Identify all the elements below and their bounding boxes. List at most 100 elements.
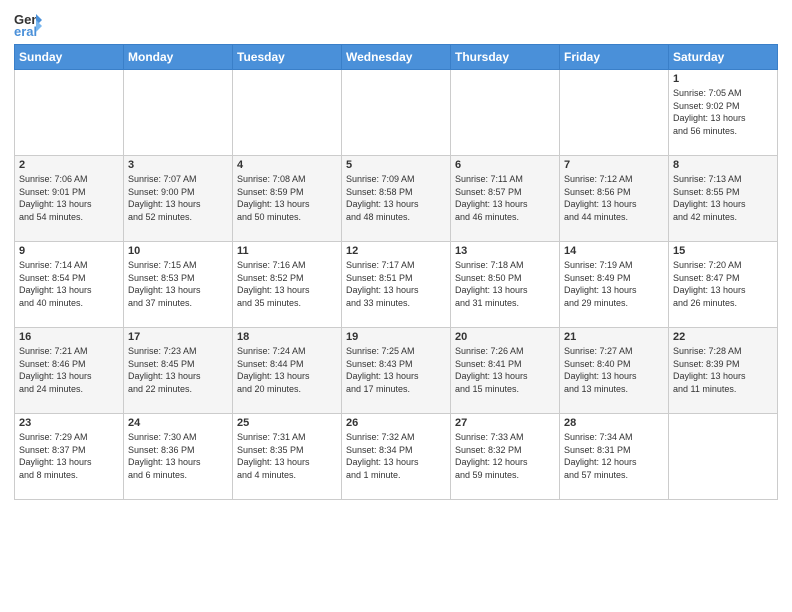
weekday-header-thursday: Thursday <box>451 45 560 70</box>
day-number: 15 <box>673 245 773 257</box>
calendar-cell: 8 Sunrise: 7:13 AM Sunset: 8:55 PM Daylig… <box>669 156 778 242</box>
day-number: 14 <box>564 245 664 257</box>
calendar-cell: 20 Sunrise: 7:26 AM Sunset: 8:41 PM Dayli… <box>451 328 560 414</box>
logo: Gen eral <box>14 10 46 38</box>
calendar-cell: 12 Sunrise: 7:17 AM Sunset: 8:51 PM Dayli… <box>342 242 451 328</box>
weekday-header-friday: Friday <box>560 45 669 70</box>
day-info: Sunrise: 7:28 AM Sunset: 8:39 PM Dayligh… <box>673 345 773 395</box>
day-info: Sunrise: 7:05 AM Sunset: 9:02 PM Dayligh… <box>673 87 773 137</box>
day-info: Sunrise: 7:17 AM Sunset: 8:51 PM Dayligh… <box>346 259 446 309</box>
calendar-cell <box>15 70 124 156</box>
calendar-cell: 15 Sunrise: 7:20 AM Sunset: 8:47 PM Dayli… <box>669 242 778 328</box>
day-info: Sunrise: 7:09 AM Sunset: 8:58 PM Dayligh… <box>346 173 446 223</box>
calendar-cell: 26 Sunrise: 7:32 AM Sunset: 8:34 PM Dayli… <box>342 414 451 500</box>
calendar-cell: 9 Sunrise: 7:14 AM Sunset: 8:54 PM Daylig… <box>15 242 124 328</box>
calendar-cell: 23 Sunrise: 7:29 AM Sunset: 8:37 PM Dayli… <box>15 414 124 500</box>
day-info: Sunrise: 7:13 AM Sunset: 8:55 PM Dayligh… <box>673 173 773 223</box>
calendar-cell: 2 Sunrise: 7:06 AM Sunset: 9:01 PM Daylig… <box>15 156 124 242</box>
day-info: Sunrise: 7:27 AM Sunset: 8:40 PM Dayligh… <box>564 345 664 395</box>
day-number: 27 <box>455 417 555 429</box>
calendar-cell: 14 Sunrise: 7:19 AM Sunset: 8:49 PM Dayli… <box>560 242 669 328</box>
calendar-cell: 4 Sunrise: 7:08 AM Sunset: 8:59 PM Daylig… <box>233 156 342 242</box>
calendar-cell <box>451 70 560 156</box>
day-info: Sunrise: 7:21 AM Sunset: 8:46 PM Dayligh… <box>19 345 119 395</box>
day-number: 6 <box>455 159 555 171</box>
day-number: 1 <box>673 73 773 85</box>
day-info: Sunrise: 7:32 AM Sunset: 8:34 PM Dayligh… <box>346 431 446 481</box>
calendar-cell: 3Sunrise: 7:07 AM Sunset: 9:00 PM Daylig… <box>124 156 233 242</box>
day-info: Sunrise: 7:24 AM Sunset: 8:44 PM Dayligh… <box>237 345 337 395</box>
day-info: Sunrise: 7:12 AM Sunset: 8:56 PM Dayligh… <box>564 173 664 223</box>
day-number: 25 <box>237 417 337 429</box>
calendar-cell <box>124 70 233 156</box>
calendar-cell <box>342 70 451 156</box>
day-number: 11 <box>237 245 337 257</box>
day-number: 9 <box>19 245 119 257</box>
weekday-header-wednesday: Wednesday <box>342 45 451 70</box>
calendar-cell: 17 Sunrise: 7:23 AM Sunset: 8:45 PM Dayli… <box>124 328 233 414</box>
calendar-cell: 22 Sunrise: 7:28 AM Sunset: 8:39 PM Dayli… <box>669 328 778 414</box>
day-info: Sunrise: 7:31 AM Sunset: 8:35 PM Dayligh… <box>237 431 337 481</box>
calendar-cell: 27 Sunrise: 7:33 AM Sunset: 8:32 PM Dayli… <box>451 414 560 500</box>
weekday-header-saturday: Saturday <box>669 45 778 70</box>
day-number: 16 <box>19 331 119 343</box>
calendar-cell: 5 Sunrise: 7:09 AM Sunset: 8:58 PM Daylig… <box>342 156 451 242</box>
calendar-cell: 11 Sunrise: 7:16 AM Sunset: 8:52 PM Dayli… <box>233 242 342 328</box>
day-info: Sunrise: 7:20 AM Sunset: 8:47 PM Dayligh… <box>673 259 773 309</box>
calendar-cell: 24 Sunrise: 7:30 AM Sunset: 8:36 PM Dayli… <box>124 414 233 500</box>
day-info: Sunrise: 7:33 AM Sunset: 8:32 PM Dayligh… <box>455 431 555 481</box>
day-info: Sunrise: 7:23 AM Sunset: 8:45 PM Dayligh… <box>128 345 228 395</box>
day-info: Sunrise: 7:34 AM Sunset: 8:31 PM Dayligh… <box>564 431 664 481</box>
day-info: Sunrise: 7:11 AM Sunset: 8:57 PM Dayligh… <box>455 173 555 223</box>
calendar-cell: 16 Sunrise: 7:21 AM Sunset: 8:46 PM Dayli… <box>15 328 124 414</box>
day-number: 26 <box>346 417 446 429</box>
weekday-header-sunday: Sunday <box>15 45 124 70</box>
day-number: 22 <box>673 331 773 343</box>
weekday-header-tuesday: Tuesday <box>233 45 342 70</box>
calendar-cell <box>669 414 778 500</box>
calendar-cell: 21 Sunrise: 7:27 AM Sunset: 8:40 PM Dayli… <box>560 328 669 414</box>
calendar-cell: 1 Sunrise: 7:05 AM Sunset: 9:02 PM Daylig… <box>669 70 778 156</box>
svg-text:eral: eral <box>14 24 37 38</box>
day-number: 23 <box>19 417 119 429</box>
day-number: 24 <box>128 417 228 429</box>
day-number: 28 <box>564 417 664 429</box>
calendar-cell: 25 Sunrise: 7:31 AM Sunset: 8:35 PM Dayli… <box>233 414 342 500</box>
calendar-table: SundayMondayTuesdayWednesdayThursdayFrid… <box>14 44 778 500</box>
calendar-cell: 13 Sunrise: 7:18 AM Sunset: 8:50 PM Dayli… <box>451 242 560 328</box>
day-info: Sunrise: 7:25 AM Sunset: 8:43 PM Dayligh… <box>346 345 446 395</box>
weekday-header-monday: Monday <box>124 45 233 70</box>
day-info: Sunrise: 7:30 AM Sunset: 8:36 PM Dayligh… <box>128 431 228 481</box>
day-info: Sunrise: 7:15 AM Sunset: 8:53 PM Dayligh… <box>128 259 228 309</box>
day-number: 7 <box>564 159 664 171</box>
day-info: Sunrise: 7:08 AM Sunset: 8:59 PM Dayligh… <box>237 173 337 223</box>
day-info: Sunrise: 7:26 AM Sunset: 8:41 PM Dayligh… <box>455 345 555 395</box>
day-info: Sunrise: 7:06 AM Sunset: 9:01 PM Dayligh… <box>19 173 119 223</box>
day-number: 21 <box>564 331 664 343</box>
day-info: Sunrise: 7:14 AM Sunset: 8:54 PM Dayligh… <box>19 259 119 309</box>
calendar-cell <box>560 70 669 156</box>
calendar-cell: 28 Sunrise: 7:34 AM Sunset: 8:31 PM Dayli… <box>560 414 669 500</box>
day-info: Sunrise: 7:18 AM Sunset: 8:50 PM Dayligh… <box>455 259 555 309</box>
calendar-cell: 18 Sunrise: 7:24 AM Sunset: 8:44 PM Dayli… <box>233 328 342 414</box>
day-info: Sunrise: 7:19 AM Sunset: 8:49 PM Dayligh… <box>564 259 664 309</box>
calendar-cell: 19 Sunrise: 7:25 AM Sunset: 8:43 PM Dayli… <box>342 328 451 414</box>
day-number: 8 <box>673 159 773 171</box>
day-number: 13 <box>455 245 555 257</box>
calendar-cell: 6 Sunrise: 7:11 AM Sunset: 8:57 PM Daylig… <box>451 156 560 242</box>
calendar-cell <box>233 70 342 156</box>
day-number: 12 <box>346 245 446 257</box>
day-number: 2 <box>19 159 119 171</box>
day-number: 10 <box>128 245 228 257</box>
calendar-cell: 10 Sunrise: 7:15 AM Sunset: 8:53 PM Dayli… <box>124 242 233 328</box>
calendar-cell: 7 Sunrise: 7:12 AM Sunset: 8:56 PM Daylig… <box>560 156 669 242</box>
day-number: 4 <box>237 159 337 171</box>
day-number: 18 <box>237 331 337 343</box>
day-number: 20 <box>455 331 555 343</box>
day-info: Sunrise: 7:07 AM Sunset: 9:00 PM Dayligh… <box>128 173 228 223</box>
day-number: 5 <box>346 159 446 171</box>
day-info: Sunrise: 7:16 AM Sunset: 8:52 PM Dayligh… <box>237 259 337 309</box>
day-info: Sunrise: 7:29 AM Sunset: 8:37 PM Dayligh… <box>19 431 119 481</box>
day-number: 17 <box>128 331 228 343</box>
day-number: 19 <box>346 331 446 343</box>
